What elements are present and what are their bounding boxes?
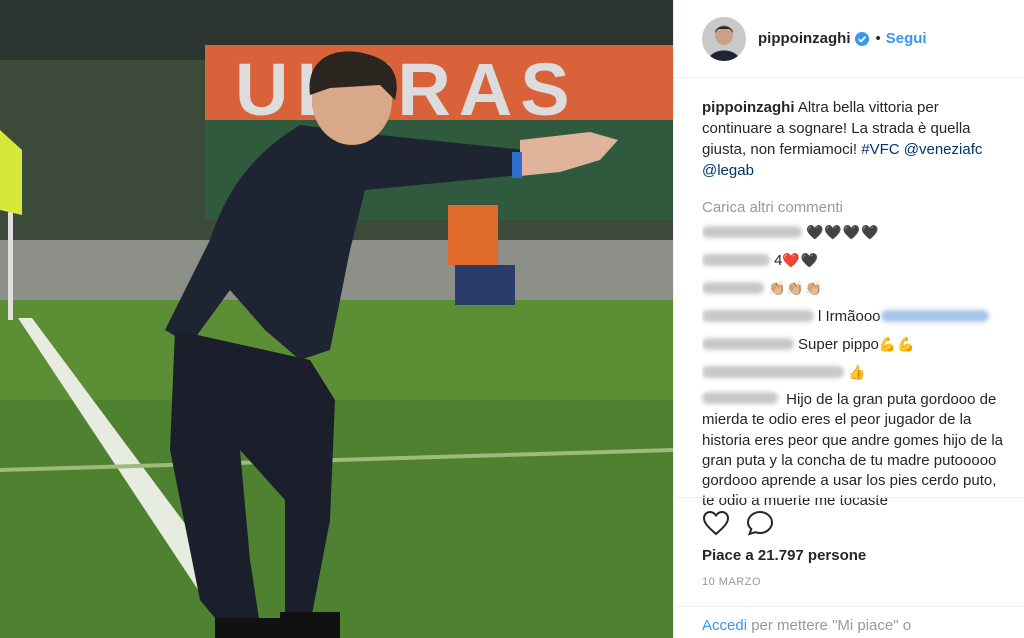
heart-icon[interactable] — [702, 510, 730, 536]
comment-emoji: 💪💪 — [878, 335, 916, 352]
post-date[interactable]: 10 MARZO — [702, 576, 761, 588]
comment-emoji: 🖤🖤🖤🖤 — [806, 223, 880, 240]
comment-item: l Irmãooo — [702, 302, 1012, 330]
login-prompt: Accedi per mettere "Mi piace" o — [674, 606, 1024, 634]
post-header: pippoinzaghi • Segui — [674, 0, 1024, 78]
long-comment-text: Hijo de la gran puta gordooo de mierda t… — [702, 391, 1004, 510]
comment-icon[interactable] — [746, 510, 774, 536]
actions-divider — [674, 497, 1024, 498]
comment-item: 👏🏼👏🏼👏🏼 — [702, 274, 1012, 302]
comment-item: 👍 — [702, 358, 1012, 386]
blurred-username — [702, 310, 814, 322]
instagram-post: ULTRAS pippoinzaghi • Segui pippoinzaghi… — [0, 0, 1024, 638]
caption-mention-veneziafc[interactable]: @veneziafc — [904, 141, 983, 158]
comment-item: 🖤🖤🖤🖤 — [702, 218, 1012, 246]
avatar-image — [702, 16, 746, 61]
action-bar — [702, 510, 774, 536]
blurred-username — [702, 392, 778, 404]
avatar[interactable] — [702, 16, 746, 61]
login-link[interactable]: Accedi — [702, 617, 747, 634]
caption: pippoinzaghi Altra bella vittoria per co… — [702, 97, 1012, 181]
caption-mention-legab[interactable]: @legab — [702, 162, 754, 179]
blurred-username — [702, 282, 764, 294]
blurred-username — [702, 226, 802, 238]
header-separator: • — [875, 30, 881, 47]
comment-emoji: 👍 — [848, 363, 867, 380]
load-more-comments-button[interactable]: Carica altri commenti — [702, 197, 1012, 218]
comment-item: 4 ❤️🖤 — [702, 246, 1012, 274]
coach-photo-illustration: ULTRAS — [0, 0, 673, 638]
caption-username[interactable]: pippoinzaghi — [702, 99, 794, 116]
blurred-mention — [880, 310, 989, 322]
header-username[interactable]: pippoinzaghi — [758, 30, 850, 47]
blurred-username — [702, 366, 844, 378]
post-photo[interactable]: ULTRAS — [0, 0, 673, 638]
verified-badge-icon — [855, 31, 870, 46]
follow-button[interactable]: Segui — [886, 30, 927, 47]
comment-item: Hijo de la gran puta gordooo de mierda t… — [702, 390, 1012, 512]
blurred-username — [702, 338, 794, 350]
comment-emoji: 👏🏼👏🏼👏🏼 — [768, 279, 824, 296]
caption-hashtag[interactable]: #VFC — [861, 141, 899, 158]
post-side-panel: pippoinzaghi • Segui pippoinzaghi Altra … — [673, 0, 1024, 638]
banner-text: ULTRAS — [235, 48, 578, 131]
comment-emoji: ❤️🖤 — [782, 251, 820, 268]
comments-section: pippoinzaghi Altra bella vittoria per co… — [702, 97, 1012, 512]
blurred-username — [702, 254, 770, 266]
login-prompt-text: per mettere "Mi piace" o — [747, 617, 912, 634]
likes-count[interactable]: Piace a 21.797 persone — [702, 547, 866, 564]
comment-item: Super pippo 💪💪 — [702, 330, 1012, 358]
